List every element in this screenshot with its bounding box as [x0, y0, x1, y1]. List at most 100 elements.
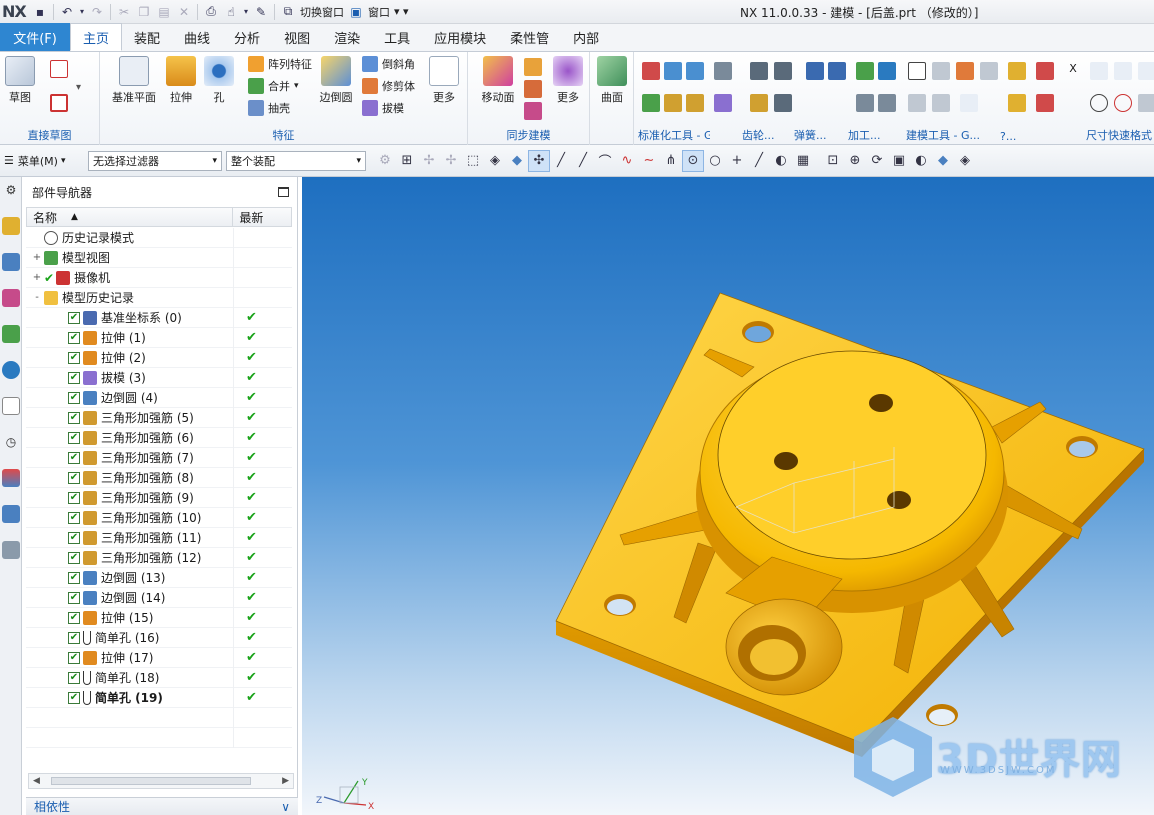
visibility-checkbox[interactable]: ✔ [68, 691, 80, 704]
feature-row[interactable]: ✔ 拔模 (3) ✔ [26, 367, 292, 388]
print-icon[interactable]: ⎙ [201, 3, 221, 21]
switch-window-button[interactable]: 切换窗口 [298, 4, 346, 20]
curve-point-icon[interactable]: ∿ [616, 150, 638, 172]
graphics-window[interactable]: Z Y X 3D世界网 WWW.3DSJW.COM [302, 177, 1154, 815]
modeling-tool-icon-12[interactable] [1008, 94, 1026, 112]
collapse-icon[interactable]: - [32, 292, 42, 303]
menu-button[interactable]: ☰ 菜单(M) ▾ [0, 150, 84, 172]
tool-icon-4[interactable] [642, 94, 660, 112]
snap-icon[interactable]: ✣ [528, 149, 550, 172]
trim-body-button[interactable]: 修剪体 [362, 76, 415, 96]
profile-icon[interactable] [50, 60, 68, 78]
tab-assembly[interactable]: 装配 [122, 24, 172, 51]
dimension-format-icon-4[interactable] [1138, 94, 1154, 112]
horizontal-scrollbar[interactable]: ◀ ▶ [28, 773, 294, 789]
modeling-tool-icon-3[interactable] [932, 62, 950, 80]
move-face-button[interactable]: 移动面 [478, 56, 518, 105]
orient-view-icon[interactable]: ▣ [888, 150, 910, 172]
settings-icon[interactable]: ⚙ [2, 181, 20, 199]
existing-point-icon[interactable]: + [726, 150, 748, 172]
select-filter-icon[interactable]: ⊞ [396, 150, 418, 172]
arc-icon[interactable]: ⌒ [594, 150, 616, 172]
triangle-icon[interactable] [908, 62, 926, 80]
modeling-tool-icon-11[interactable] [960, 94, 978, 112]
dependencies-panel[interactable]: 相依性 ∨ [26, 797, 298, 815]
feature-row[interactable]: ✔ 简单孔 (16) ✔ [26, 627, 292, 648]
column-name[interactable]: 名称 ▲ [27, 208, 234, 226]
tree-node-history-mode[interactable]: 历史记录模式 [26, 227, 292, 248]
modeling-tool-icon-8[interactable] [878, 94, 896, 112]
datum-plane-button[interactable]: 基准平面 [110, 56, 158, 105]
intersection-icon[interactable]: ⋔ [660, 150, 682, 172]
roles-icon[interactable] [2, 541, 20, 559]
tool-icon-6[interactable] [686, 94, 704, 112]
visibility-checkbox[interactable]: ✔ [68, 551, 80, 564]
dimension-x-icon[interactable]: X [1064, 62, 1082, 80]
extrude-button[interactable]: 拉伸 [166, 56, 196, 105]
modeling-tool-icon-4[interactable] [956, 62, 974, 80]
window-dropdown-icon[interactable]: ▾ ▾ [392, 5, 411, 18]
constraint-navigator-icon[interactable] [2, 253, 20, 271]
tree-node-model-history[interactable]: - 模型历史记录 [26, 287, 292, 308]
tab-home[interactable]: 主页 [70, 23, 123, 51]
gear-tool-icon[interactable] [714, 62, 732, 80]
reuse-library-icon[interactable] [2, 325, 20, 343]
expand-icon[interactable]: + [32, 272, 42, 283]
feature-row[interactable]: ✔ 三角形加强筋 (12) ✔ [26, 547, 292, 568]
modeling-tool-icon-6[interactable] [1008, 62, 1026, 80]
assembly-navigator-icon[interactable] [2, 217, 20, 235]
touch-dropdown-icon[interactable]: ▾ [241, 3, 251, 21]
rectangle-select-icon[interactable]: ⬚ [462, 150, 484, 172]
point-on-curve-icon[interactable]: ╱ [748, 150, 770, 172]
sync-tool-icon-3[interactable] [524, 102, 542, 120]
window-menu-button[interactable]: 窗口 [366, 4, 392, 20]
feature-row[interactable]: ✔ 边倒圆 (13) ✔ [26, 567, 292, 588]
feature-row[interactable]: ✔ 三角形加强筋 (11) ✔ [26, 527, 292, 548]
chamfer-button[interactable]: 倒斜角 [362, 54, 415, 74]
tool-icon-3[interactable] [686, 62, 704, 80]
spring-tool-icon-4[interactable] [774, 94, 792, 112]
process-studio-icon[interactable] [2, 505, 20, 523]
visibility-checkbox[interactable]: ✔ [68, 431, 80, 444]
filter-dropdown[interactable]: 无选择过滤器 ▾ [88, 150, 222, 171]
feature-row[interactable]: ✔ 三角形加强筋 (6) ✔ [26, 427, 292, 448]
rotate-icon[interactable]: ⟳ [866, 150, 888, 172]
dimension-format-icon-3[interactable] [1138, 62, 1154, 80]
tab-view[interactable]: 视图 [272, 24, 322, 51]
diameter-icon-2[interactable] [1114, 94, 1132, 112]
render-style-icon[interactable]: ◐ [910, 150, 932, 172]
feature-row[interactable]: ✔ 基准坐标系 (0) ✔ [26, 307, 292, 328]
edit-section-icon[interactable]: ◈ [954, 150, 976, 172]
paste-icon[interactable]: ▤ [154, 3, 174, 21]
scroll-left-icon[interactable]: ◀ [33, 776, 40, 786]
spring-tool-icon[interactable] [750, 62, 768, 80]
shell-button[interactable]: 抽壳 [248, 98, 290, 118]
copy-icon[interactable]: ❐ [134, 3, 154, 21]
delete-icon[interactable]: ✕ [174, 3, 194, 21]
fit-view-icon[interactable]: ⊡ [822, 150, 844, 172]
gear-tool-icon-2[interactable] [714, 94, 732, 112]
visibility-checkbox[interactable]: ✔ [68, 511, 80, 524]
visibility-checkbox[interactable]: ✔ [68, 671, 80, 684]
spring-tool-icon-3[interactable] [750, 94, 768, 112]
unite-button[interactable]: 合并 ▾ [248, 76, 299, 96]
tab-flexible-pipe[interactable]: 柔性管 [498, 24, 561, 51]
visibility-checkbox[interactable]: ✔ [68, 451, 80, 464]
part-navigator-icon[interactable] [2, 289, 20, 307]
quadrant-icon[interactable]: ○ [704, 150, 726, 172]
visibility-checkbox[interactable]: ✔ [68, 311, 80, 324]
edge-blend-button[interactable]: 边倒圆 [316, 56, 356, 105]
body-select-icon[interactable]: ◆ [506, 150, 528, 172]
feature-row[interactable]: ✔ 边倒圆 (14) ✔ [26, 587, 292, 608]
tool-icon-1[interactable] [642, 62, 660, 80]
palette-icon[interactable] [2, 469, 20, 487]
chevron-down-icon[interactable]: ∨ [281, 800, 290, 814]
feature-row[interactable]: ✔ 简单孔 (18) ✔ [26, 667, 292, 688]
tree-node-cameras[interactable]: + ✔ 摄像机 [26, 267, 292, 288]
undo-dropdown-icon[interactable]: ▾ [77, 3, 87, 21]
dimension-format-icon-1[interactable] [1090, 62, 1108, 80]
sync-tool-icon-1[interactable] [524, 58, 542, 76]
modeling-tool-icon-7[interactable] [856, 94, 874, 112]
select-all-icon[interactable]: ✢ [418, 150, 440, 172]
feature-row[interactable]: ✔ 拉伸 (17) ✔ [26, 647, 292, 668]
